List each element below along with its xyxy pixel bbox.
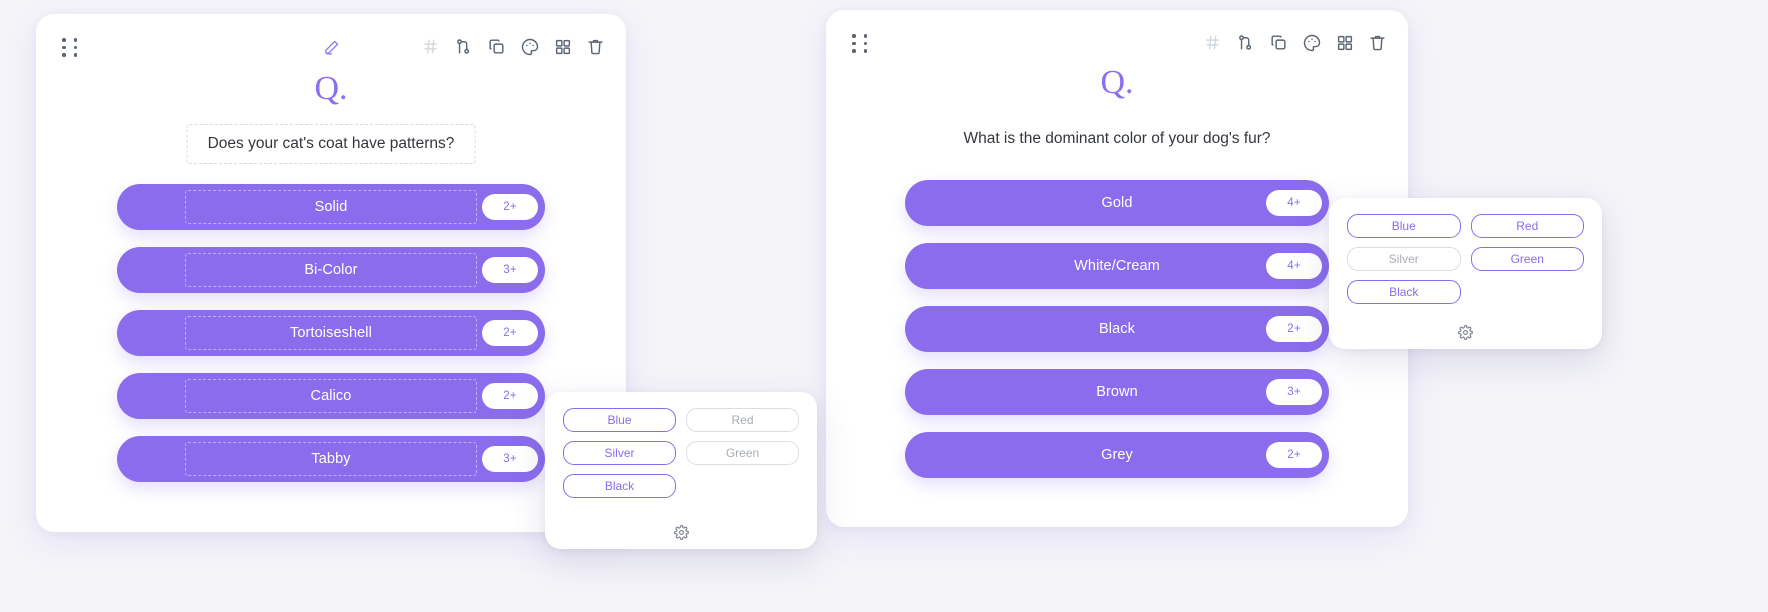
answer-badge[interactable]: 2+	[482, 320, 538, 346]
answer-row[interactable]: Black 2+	[905, 306, 1329, 352]
answer-row[interactable]: Solid 2+	[117, 184, 545, 230]
answer-badge[interactable]: 3+	[1266, 379, 1322, 405]
answer-label[interactable]: Bi-Color	[185, 253, 477, 287]
question-card-cat[interactable]: Q. Does your cat's coat have patterns? S…	[36, 14, 626, 532]
gear-icon[interactable]	[672, 523, 690, 541]
card-tools	[1202, 32, 1388, 53]
answer-label[interactable]: White/Cream	[1074, 250, 1160, 282]
color-swatch-green[interactable]: Green	[686, 441, 799, 465]
answer-list: Solid 2+ Bi-Color 3+ Tortoiseshell 2+ Ca…	[36, 184, 626, 499]
answer-row[interactable]: Gold 4+	[905, 180, 1329, 226]
question-text[interactable]: What is the dominant color of your dog's…	[943, 120, 1290, 158]
color-swatch-green[interactable]: Green	[1470, 247, 1584, 271]
palette-icon[interactable]	[519, 36, 540, 57]
pencil-icon[interactable]	[318, 34, 344, 60]
answer-row[interactable]: Brown 3+	[905, 369, 1329, 415]
answer-badge[interactable]: 2+	[1266, 442, 1322, 468]
color-picker-popup-dog[interactable]: Blue Red Silver Green Black	[1329, 198, 1602, 349]
question-marker: Q.	[1100, 64, 1134, 101]
answer-label[interactable]: Brown	[1096, 376, 1138, 408]
answer-badge[interactable]: 2+	[482, 383, 538, 409]
answer-label[interactable]: Tabby	[185, 442, 477, 476]
branch-icon[interactable]	[453, 36, 474, 57]
palette-icon[interactable]	[1301, 32, 1322, 53]
hash-icon[interactable]	[1202, 32, 1223, 53]
card-toolbar	[826, 10, 1408, 72]
answer-label[interactable]: Grey	[1101, 439, 1133, 471]
answer-label[interactable]: Solid	[185, 190, 477, 224]
color-swatch-black[interactable]: Black	[1347, 280, 1461, 304]
answer-row[interactable]: Tortoiseshell 2+	[117, 310, 545, 356]
hash-icon[interactable]	[420, 36, 441, 57]
question-marker: Q.	[314, 70, 348, 107]
grid-icon[interactable]	[552, 36, 573, 57]
answer-badge[interactable]: 3+	[482, 446, 538, 472]
color-swatch-grid: Blue Red Silver Green Black	[1347, 214, 1584, 304]
answer-row[interactable]: Tabby 3+	[117, 436, 545, 482]
answer-row[interactable]: Bi-Color 3+	[117, 247, 545, 293]
color-swatch-red[interactable]: Red	[686, 408, 799, 432]
color-swatch-red[interactable]: Red	[1470, 214, 1584, 238]
question-card-dog[interactable]: Q. What is the dominant color of your do…	[826, 10, 1408, 527]
trash-icon[interactable]	[585, 36, 606, 57]
branch-icon[interactable]	[1235, 32, 1256, 53]
drag-handle-icon[interactable]	[852, 34, 870, 54]
color-picker-popup-cat[interactable]: Blue Red Silver Green Black	[545, 392, 817, 549]
answer-list: Gold 4+ White/Cream 4+ Black 2+ Brown 3+…	[826, 180, 1408, 495]
answer-badge[interactable]: 4+	[1266, 190, 1322, 216]
answer-label[interactable]: Black	[1099, 313, 1135, 345]
trash-icon[interactable]	[1367, 32, 1388, 53]
answer-badge[interactable]: 2+	[1266, 316, 1322, 342]
color-swatch-black[interactable]: Black	[563, 474, 676, 498]
color-swatch-blue[interactable]: Blue	[563, 408, 676, 432]
answer-badge[interactable]: 2+	[482, 194, 538, 220]
question-text[interactable]: Does your cat's coat have patterns?	[186, 124, 476, 164]
answer-row[interactable]: Calico 2+	[117, 373, 545, 419]
answer-badge[interactable]: 4+	[1266, 253, 1322, 279]
answer-badge[interactable]: 3+	[482, 257, 538, 283]
copy-icon[interactable]	[1268, 32, 1289, 53]
drag-handle-icon[interactable]	[62, 38, 80, 58]
grid-icon[interactable]	[1334, 32, 1355, 53]
answer-row[interactable]: White/Cream 4+	[905, 243, 1329, 289]
color-swatch-grid: Blue Red Silver Green Black	[563, 408, 799, 498]
answer-label[interactable]: Gold	[1101, 187, 1132, 219]
copy-icon[interactable]	[486, 36, 507, 57]
answer-label[interactable]: Calico	[185, 379, 477, 413]
color-swatch-silver[interactable]: Silver	[1347, 247, 1461, 271]
color-swatch-silver[interactable]: Silver	[563, 441, 676, 465]
gear-icon[interactable]	[1457, 323, 1475, 341]
card-tools	[420, 36, 606, 57]
answer-row[interactable]: Grey 2+	[905, 432, 1329, 478]
answer-label[interactable]: Tortoiseshell	[185, 316, 477, 350]
canvas: Q. Does your cat's coat have patterns? S…	[0, 0, 1768, 612]
color-swatch-blue[interactable]: Blue	[1347, 214, 1461, 238]
card-toolbar	[36, 14, 626, 76]
